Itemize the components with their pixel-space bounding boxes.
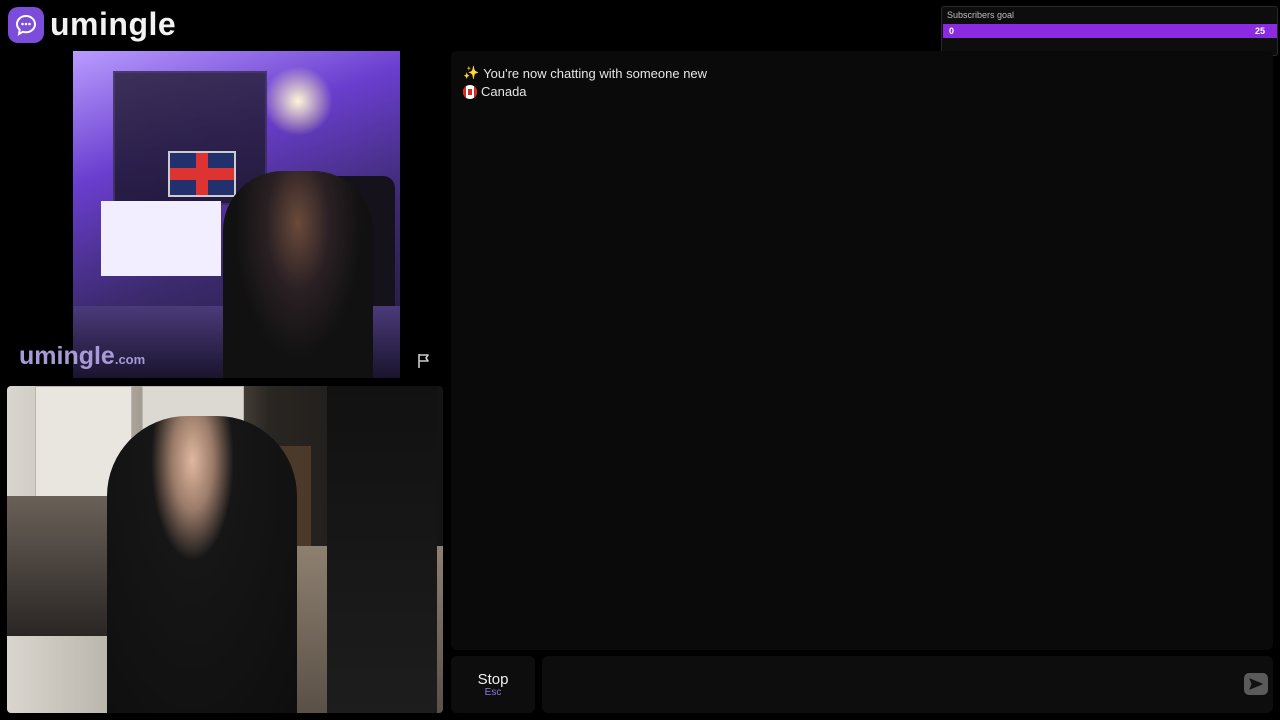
sparkles-icon: ✨	[463, 65, 480, 80]
stop-label: Stop	[477, 671, 509, 688]
monitor	[101, 201, 221, 276]
chat-bubble-icon	[8, 6, 44, 43]
chat-panel: ✨ You're now chatting with someone new C…	[451, 51, 1273, 650]
watermark-name: umingle	[19, 342, 115, 370]
stop-button[interactable]: Stop Esc	[451, 656, 535, 713]
app-name: umingle	[50, 6, 177, 42]
message-input[interactable]	[552, 666, 1236, 704]
bed	[7, 496, 117, 636]
canada-flag-icon	[463, 84, 477, 99]
goal-target: 25	[1254, 26, 1265, 36]
watermark-domain: .com	[114, 352, 146, 367]
local-person	[107, 416, 297, 713]
country-text: Canada	[481, 84, 527, 99]
app-logo[interactable]: umingle	[8, 6, 176, 43]
local-video	[7, 386, 443, 713]
uk-flag-decor	[168, 151, 236, 197]
lamp-light	[263, 66, 333, 136]
goal-title: Subscribers goal	[947, 10, 1015, 20]
chat-message-system: ✨ You're now chatting with someone new	[463, 65, 707, 81]
remote-person	[223, 171, 373, 378]
hanging-coats	[327, 386, 437, 713]
remote-video	[73, 51, 400, 378]
goal-current: 0	[949, 26, 955, 36]
video-watermark: umingle.com	[19, 342, 145, 371]
message-text: You're now chatting with someone new	[483, 65, 708, 81]
stop-shortcut: Esc	[484, 687, 502, 698]
message-input-container	[542, 656, 1273, 713]
flag-icon[interactable]	[416, 352, 434, 370]
send-icon[interactable]	[1244, 673, 1268, 695]
subscribers-goal-widget: Subscribers goal 0 25	[941, 6, 1278, 56]
goal-progress-bar: 0 25	[943, 24, 1277, 38]
chat-message-country: Canada	[463, 84, 527, 99]
